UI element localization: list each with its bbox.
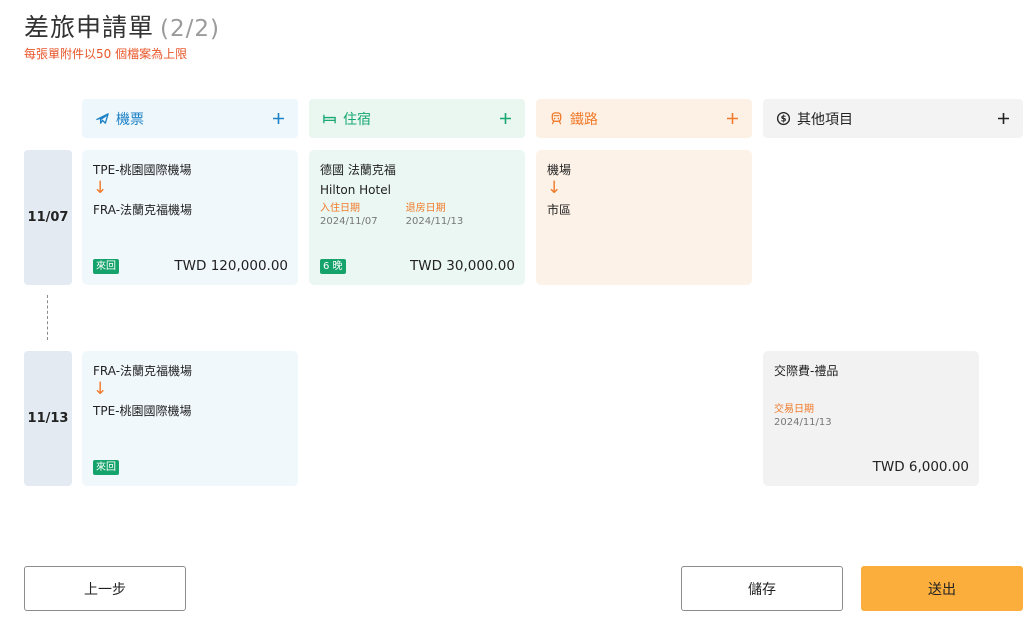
arrow-down-icon: ↓ (547, 178, 562, 198)
column-header-rail: 鐵路 (536, 99, 752, 138)
dollar-icon: $ (775, 111, 791, 127)
expense-amount: TWD 6,000.00 (872, 459, 969, 475)
rail-origin: 機場 (547, 163, 572, 177)
nights-badge: 6 晚 (320, 259, 346, 274)
flight-origin: FRA-法蘭克福機場 (93, 364, 193, 378)
transaction-date-label: 交易日期 (774, 404, 814, 415)
rail-card[interactable]: 機場 ↓ 市區 (536, 150, 752, 285)
add-flight-button[interactable] (270, 111, 286, 127)
submit-button[interactable]: 送出 (861, 566, 1023, 611)
train-icon (548, 111, 564, 127)
checkout-label: 退房日期 (405, 203, 446, 214)
plane-icon (94, 111, 110, 127)
add-hotel-button[interactable] (497, 111, 513, 127)
column-header-flight: 機票 (82, 99, 298, 138)
bed-icon (321, 111, 337, 127)
column-header-other: $ 其他項目 (763, 99, 1023, 138)
checkin-label: 入住日期 (320, 203, 360, 214)
add-rail-button[interactable] (724, 111, 740, 127)
hotel-location: 德國 法蘭克福 (320, 163, 396, 177)
add-other-button[interactable] (995, 111, 1011, 127)
flight-card[interactable]: FRA-法蘭克福機場 ↓ TPE-桃園國際機場 來回 (82, 351, 298, 486)
hotel-dates: 入住日期 2024/11/07 退房日期 2024/11/13 (320, 202, 514, 229)
column-header-hotel: 住宿 (309, 99, 525, 138)
hotel-name: Hilton Hotel (320, 183, 391, 197)
round-trip-badge: 來回 (93, 259, 119, 274)
save-button[interactable]: 儲存 (681, 566, 843, 611)
hotel-card[interactable]: 德國 法蘭克福 Hilton Hotel 入住日期 2024/11/07 退房日… (309, 150, 525, 285)
expense-name: 交際費-禮品 (774, 364, 839, 378)
page-title: 差旅申請單 (2/2) (24, 8, 220, 44)
column-label-other: 其他項目 (797, 111, 853, 128)
round-trip-badge: 來回 (93, 460, 119, 475)
flight-destination: TPE-桃園國際機場 (93, 404, 192, 418)
flight-card[interactable]: TPE-桃園國際機場 ↓ FRA-法蘭克福機場 來回 TWD 120,000.0… (82, 150, 298, 285)
arrow-down-icon: ↓ (93, 178, 108, 198)
checkout-date: 2024/11/13 (405, 216, 464, 227)
previous-step-button[interactable]: 上一步 (24, 566, 186, 611)
transaction-date: 2024/11/13 (774, 417, 832, 428)
date-tab: 11/13 (24, 351, 72, 486)
arrow-down-icon: ↓ (93, 379, 108, 399)
page-title-text: 差旅申請單 (24, 13, 155, 42)
hotel-amount: TWD 30,000.00 (410, 258, 515, 274)
checkin-date: 2024/11/07 (320, 216, 378, 227)
timeline-connector (47, 295, 48, 340)
column-label-rail: 鐵路 (570, 111, 598, 128)
column-label-hotel: 住宿 (343, 111, 371, 128)
flight-amount: TWD 120,000.00 (174, 258, 288, 274)
flight-destination: FRA-法蘭克福機場 (93, 203, 193, 217)
flight-origin: TPE-桃園國際機場 (93, 163, 192, 177)
attachment-limit-note: 每張單附件以50 個檔案為上限 (24, 47, 188, 61)
column-label-flight: 機票 (116, 111, 144, 128)
date-tab: 11/07 (24, 150, 72, 285)
step-indicator: (2/2) (160, 16, 220, 42)
svg-text:$: $ (780, 114, 786, 124)
other-expense-card[interactable]: 交際費-禮品 交易日期 2024/11/13 TWD 6,000.00 (763, 351, 979, 486)
rail-destination: 市區 (547, 203, 572, 217)
